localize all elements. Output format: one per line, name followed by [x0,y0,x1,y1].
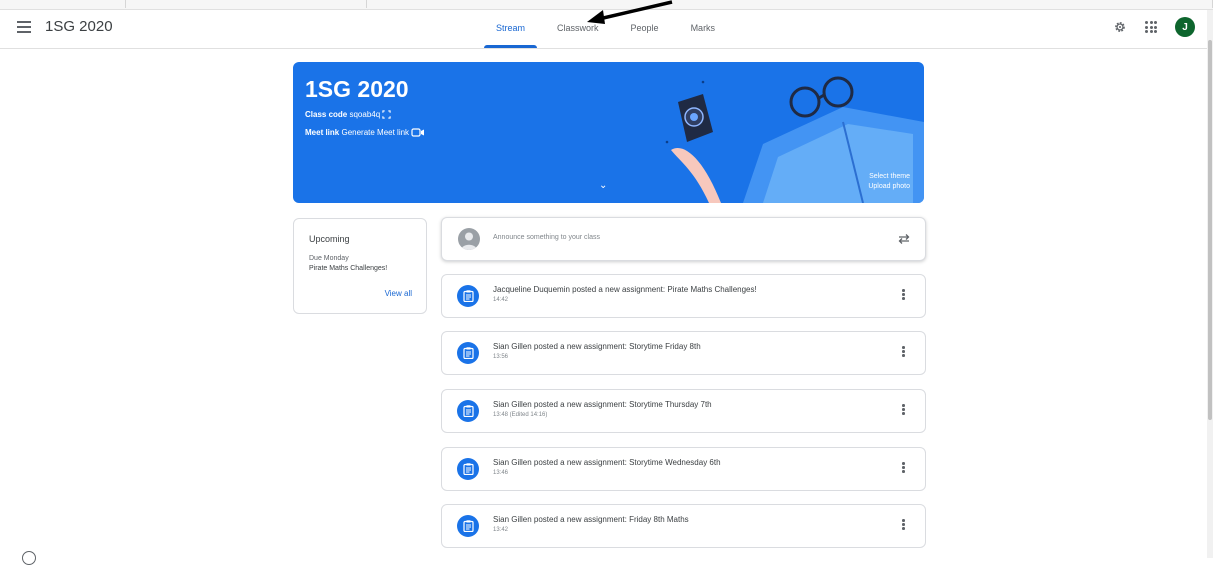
select-theme-link[interactable]: Select theme [868,172,910,182]
more-options-icon[interactable] [902,346,905,358]
post-title: Sian Gillen posted a new assignment: Fri… [493,515,689,524]
assignment-icon [457,400,479,422]
header-icons: J [1113,17,1195,37]
post-title: Sian Gillen posted a new assignment: Sto… [493,458,721,467]
annotation-arrow-icon [587,0,673,24]
stream-post[interactable]: Sian Gillen posted a new assignment: Fri… [441,504,926,548]
post-title: Jacqueline Duquemin posted a new assignm… [493,285,757,294]
repost-icon[interactable] [897,232,911,246]
page-scrollbar[interactable] [1207,10,1213,558]
fullscreen-icon[interactable] [382,110,392,120]
post-time: 13:56 [493,354,509,360]
more-options-icon[interactable] [902,519,905,531]
banner-theme-links: Select theme Upload photo [868,172,910,192]
assignment-icon [457,458,479,480]
help-icon[interactable] [22,551,36,565]
tab-marks[interactable]: Marks [675,10,732,48]
post-time: 13:42 [493,527,509,533]
more-options-icon[interactable] [902,462,905,474]
assignment-icon [457,515,479,537]
meet-link-label: Meet link [305,128,340,137]
post-title: Sian Gillen posted a new assignment: Sto… [493,400,712,409]
stream-post[interactable]: Sian Gillen posted a new assignment: Sto… [441,389,926,433]
gear-icon[interactable] [1113,20,1127,34]
class-code: sqoab4q [349,110,381,119]
avatar[interactable]: J [1175,17,1195,37]
stream-post[interactable]: Jacqueline Duquemin posted a new assignm… [441,274,926,318]
class-title[interactable]: 1SG 2020 [45,18,113,35]
upcoming-title: Upcoming [309,234,350,244]
more-options-icon[interactable] [902,404,905,416]
upload-photo-link[interactable]: Upload photo [868,182,910,192]
assignment-icon [457,285,479,307]
menu-icon[interactable] [17,21,31,33]
post-time: 14:42 [493,297,509,303]
video-camera-icon[interactable] [411,128,425,137]
more-options-icon[interactable] [902,289,905,301]
stream-post[interactable]: Sian Gillen posted a new assignment: Sto… [441,331,926,375]
post-time: 13:46 [493,470,509,476]
class-banner: 1SG 2020 Class code sqoab4q Meet link Ge… [293,62,924,203]
view-all-link[interactable]: View all [385,289,412,298]
class-code-label: Class code [305,110,348,119]
scrollbar-thumb[interactable] [1208,40,1212,420]
assignment-icon [457,342,479,364]
tab-stream[interactable]: Stream [480,10,541,48]
announce-placeholder[interactable]: Announce something to your class [493,234,600,241]
generate-meet-link[interactable]: Generate Meet link [341,128,409,137]
post-title: Sian Gillen posted a new assignment: Sto… [493,342,701,351]
upcoming-due: Due Monday [309,255,349,262]
banner-title: 1SG 2020 [305,76,409,102]
upcoming-item[interactable]: Pirate Maths Challenges! [309,265,387,272]
announce-box[interactable]: Announce something to your class [441,217,926,261]
upcoming-card: Upcoming Due Monday Pirate Maths Challen… [293,218,427,314]
post-time: 13:48 (Edited 14:16) [493,412,548,418]
meet-link-row: Meet link Generate Meet link [305,128,425,137]
chevron-down-icon[interactable]: ⌄ [599,180,607,191]
user-avatar-icon [458,228,480,250]
class-code-row: Class code sqoab4q [305,110,392,120]
stream-post[interactable]: Sian Gillen posted a new assignment: Sto… [441,447,926,491]
apps-icon[interactable] [1145,21,1157,33]
